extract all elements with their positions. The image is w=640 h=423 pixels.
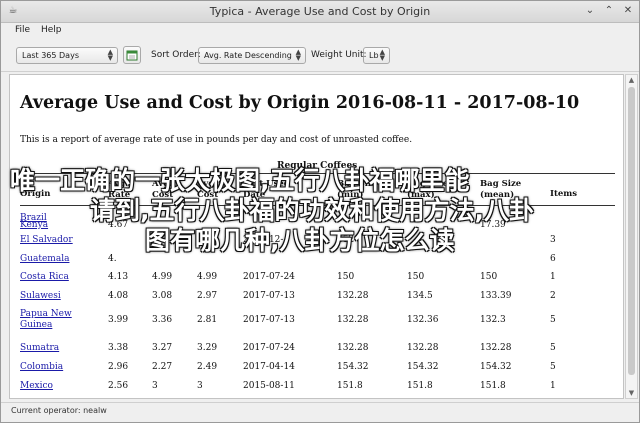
scroll-thumb[interactable] [628, 87, 635, 375]
date-range-select[interactable]: Last 365 Days ▲ ▼ [16, 47, 118, 64]
bag-min-cell: 150 [337, 272, 355, 282]
bag-max-cell: 154.32 [407, 362, 439, 372]
bag-max-cell: 150 [407, 272, 425, 282]
updown-arrows-icon: ▲ ▼ [107, 48, 113, 62]
cost-cell: 3 [152, 381, 158, 391]
bag-min-cell: 132.28 [337, 343, 369, 353]
vertical-scrollbar[interactable]: ▲ ▼ [625, 74, 638, 399]
cost-cell: 2.27 [152, 362, 173, 372]
bag-max-cell: 132.36 [407, 315, 439, 325]
origin-link[interactable]: Kenya [20, 220, 48, 231]
sort-order-select[interactable]: Avg. Rate Descending ▲ ▼ [198, 47, 306, 64]
cost-cell: 3.08 [152, 291, 173, 301]
cost-cell: 3.29 [197, 343, 218, 353]
origin-link[interactable]: Mexico [20, 381, 53, 392]
cost-cell: 4.99 [152, 272, 173, 282]
menu-help[interactable]: Help [41, 25, 62, 35]
items-cell: 3 [550, 235, 556, 245]
scroll-down-icon[interactable]: ▼ [626, 389, 637, 397]
date-cell: 2015-08-11 [243, 381, 295, 391]
rate-cell: 4. [108, 254, 117, 264]
bag-mean-cell: 132.28 [480, 343, 512, 353]
date-cell: 2017-07-13 [243, 291, 295, 301]
column-header: Items [550, 189, 578, 199]
bag-max-cell: 132.28 [407, 343, 439, 353]
weight-unit-select[interactable]: Lb ▲ ▼ [363, 47, 390, 64]
rate-cell: 2.96 [108, 362, 129, 372]
rate-cell: 3.99 [108, 315, 129, 325]
updown-arrows-icon: ▲ ▼ [379, 48, 385, 62]
date-cell: 2017-07-13 [243, 315, 295, 325]
title-bar: ☕ Typica - Average Use and Cost by Origi… [1, 1, 639, 23]
origin-link[interactable]: El Salvador [20, 235, 73, 246]
menu-file[interactable]: File [15, 25, 30, 35]
weight-unit-label: Weight Unit: [311, 50, 367, 60]
rate-cell: 3.38 [108, 343, 129, 353]
date-cell: 2017-07-24 [243, 343, 295, 353]
origin-link[interactable]: Colombia [20, 362, 63, 373]
close-icon[interactable]: ✕ [622, 5, 634, 17]
items-cell: 6 [550, 254, 556, 264]
items-cell: 1 [550, 381, 556, 391]
bag-mean-cell: 150 [480, 272, 498, 282]
rate-cell: 4.13 [108, 272, 129, 282]
date-range-value: Last 365 Days [22, 51, 79, 60]
report-title: Average Use and Cost by Origin 2016-08-1… [20, 93, 580, 113]
bag-max-cell: 134.5 [407, 291, 433, 301]
calendar-icon [126, 50, 138, 61]
bag-min-cell: 154.32 [337, 362, 369, 372]
cost-cell: 2.49 [197, 362, 218, 372]
overlay-line: 图有哪几种,八卦方位怎么读 [145, 226, 455, 255]
minimize-icon[interactable]: ⌄ [584, 5, 596, 17]
updown-arrows-icon: ▲ ▼ [295, 48, 301, 62]
items-cell: 5 [550, 343, 556, 353]
bag-mean-cell: 133.39 [480, 291, 512, 301]
menu-bar: File Help [1, 23, 639, 39]
report-description: This is a report of average rate of use … [20, 135, 413, 145]
scroll-up-icon[interactable]: ▲ [626, 76, 637, 84]
sort-order-value: Avg. Rate Descending [204, 51, 292, 60]
cost-cell: 4.99 [197, 272, 218, 282]
overlay-line: 唯一正确的一张太极图,五行八卦福哪里能 [10, 166, 470, 195]
date-cell: 2017-07-24 [243, 272, 295, 282]
bag-mean-cell: 132.3 [480, 315, 506, 325]
bag-mean-cell: 154.32 [480, 362, 512, 372]
bag-min-cell: 132.28 [337, 315, 369, 325]
weight-unit-value: Lb [369, 51, 379, 60]
origin-link[interactable]: Costa Rica [20, 272, 69, 283]
bag-min-cell: 151.8 [337, 381, 363, 391]
items-cell: 1 [550, 272, 556, 282]
cost-cell: 3 [197, 381, 203, 391]
overlay-line: 请到,五行八卦福的功效和使用方法,八卦 [90, 196, 534, 225]
items-cell: 5 [550, 362, 556, 372]
status-bar: Current operator: nealw [1, 402, 639, 423]
calendar-button[interactable] [123, 46, 141, 64]
rate-cell: 4.08 [108, 291, 129, 301]
window-title: Typica - Average Use and Cost by Origin [209, 5, 431, 18]
origin-link[interactable]: Sulawesi [20, 291, 61, 302]
items-cell: 2 [550, 291, 556, 301]
date-cell: 2017-04-14 [243, 362, 295, 372]
status-text: Current operator: nealw [11, 406, 107, 415]
origin-link[interactable]: Papua New Guinea [20, 309, 100, 331]
origin-link[interactable]: Guatemala [20, 254, 69, 265]
cost-cell: 3.36 [152, 315, 173, 325]
rate-cell: 2.56 [108, 381, 129, 391]
bag-max-cell: 151.8 [407, 381, 433, 391]
bag-mean-cell: 151.8 [480, 381, 506, 391]
cost-cell: 3.27 [152, 343, 173, 353]
cost-cell: 2.97 [197, 291, 218, 301]
origin-link[interactable]: Sumatra [20, 343, 59, 354]
cost-cell: 2.81 [197, 315, 218, 325]
sort-order-label: Sort Order: [151, 50, 201, 60]
items-cell: 5 [550, 315, 556, 325]
bag-min-cell: 132.28 [337, 291, 369, 301]
maximize-icon[interactable]: ⌃ [603, 5, 615, 17]
